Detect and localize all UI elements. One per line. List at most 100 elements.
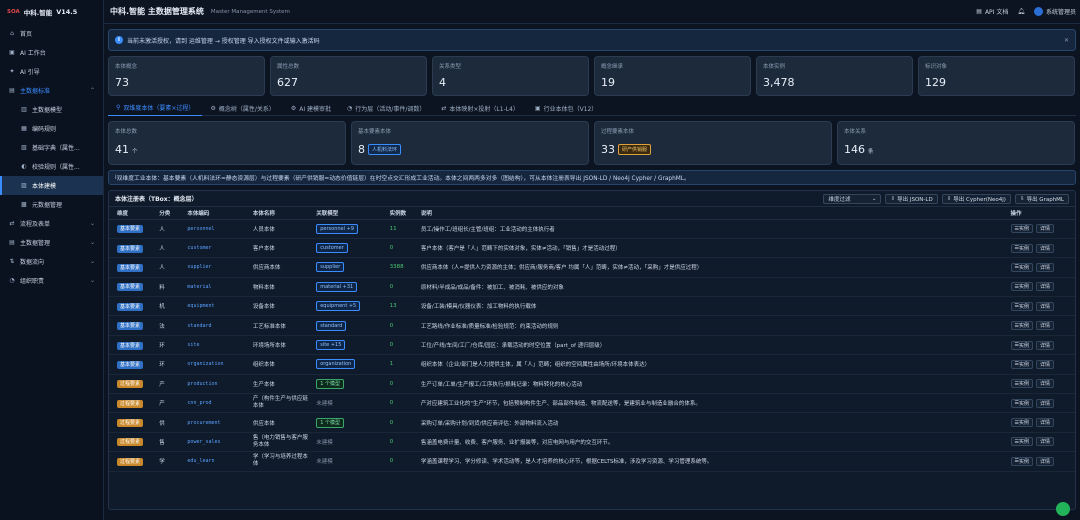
close-icon[interactable]: ✕ [1064, 37, 1069, 44]
sidebar-item[interactable]: ▥ 主数据模型 [0, 100, 103, 119]
user-menu[interactable]: 系统管理员 [1033, 7, 1076, 16]
detail-button[interactable]: 详情 [1036, 262, 1055, 272]
tab-item[interactable]: ⇄ 本体映射×投射（L1-L4） [433, 101, 527, 116]
detail-button[interactable]: 详情 [1036, 437, 1055, 447]
tab-item[interactable]: ◔ 行为层（活动/事件/调数） [339, 101, 433, 116]
ontology-code[interactable]: standard [187, 323, 211, 329]
category-cell: 环 [151, 335, 180, 356]
detail-button[interactable]: 详情 [1036, 340, 1055, 350]
sidebar-item[interactable]: ⇅ 数据流向 ⌄ [0, 252, 103, 271]
bell-icon[interactable]: 🔔︎ [1017, 8, 1025, 15]
model-tag[interactable]: personnel +9 [316, 223, 358, 234]
ontology-code[interactable]: organization [187, 361, 223, 367]
instance-button[interactable]: ☰ 实例 [1010, 301, 1034, 311]
sidebar-item[interactable]: ▤ 主数据标准 ⌃ [0, 81, 103, 100]
ontology-code[interactable]: equipment [187, 303, 214, 309]
table-row: 过程要素供 procurement 供应本体 1 个模型 0 采购订单/采购计划/到货/供… [109, 412, 1075, 433]
detail-button[interactable]: 详情 [1036, 398, 1055, 408]
instance-button[interactable]: ☰ 实例 [1010, 437, 1034, 447]
chevron-down-icon: ⌄ [89, 277, 95, 284]
tab-item[interactable]: ⚙ 概念树（属性/关系） [202, 101, 282, 116]
sidebar-item-icon: ⇅ [9, 258, 15, 265]
detail-button[interactable]: 详情 [1036, 224, 1055, 234]
model-cell: 未建模 [308, 393, 382, 414]
sidebar-item[interactable]: ▩ 元数据管理 [0, 195, 103, 214]
export-graphml-button[interactable]: ⇩ 导出 GraphML [1014, 193, 1069, 204]
actions-cell: ☰ 实例 详情 [1002, 238, 1075, 259]
model-tag[interactable]: customer [316, 243, 348, 254]
ontology-code[interactable]: supplier [187, 264, 211, 270]
sidebar-item[interactable]: ▤ 主数据管理 ⌄ [0, 233, 103, 252]
assistant-fab[interactable] [1056, 502, 1070, 516]
instance-button[interactable]: ☰ 实例 [1010, 398, 1034, 408]
instance-button[interactable]: ☰ 实例 [1010, 262, 1034, 272]
instance-button[interactable]: ☰ 实例 [1010, 243, 1034, 253]
instance-button[interactable]: ☰ 实例 [1010, 340, 1034, 350]
sidebar-item[interactable]: ◐ 校验规则（属性... [0, 157, 103, 176]
sidebar-item[interactable]: ✦ AI 引导 [0, 62, 103, 81]
count-cell: 3388 [381, 257, 413, 278]
detail-button[interactable]: 详情 [1036, 456, 1055, 466]
model-tag[interactable]: organization [316, 359, 356, 370]
tab-item[interactable]: ▣ 行业本体包（V12） [527, 101, 605, 116]
tab-item[interactable]: ⚙ AI 建模审批 [283, 101, 339, 116]
detail-button[interactable]: 详情 [1036, 321, 1055, 331]
sidebar-item[interactable]: ▦ 编码规则 [0, 119, 103, 138]
model-tag[interactable]: standard [316, 320, 347, 331]
ontology-code[interactable]: material [187, 284, 211, 290]
ontology-code[interactable]: procurement [187, 420, 220, 426]
instance-button[interactable]: ☰ 实例 [1010, 282, 1034, 292]
ontology-stat-card: 过程要素本体 33 研产供销服 [594, 121, 832, 165]
ontology-code[interactable]: edu_learn [187, 458, 214, 464]
export-cypher-button[interactable]: ⇩ 导出 Cypher(Neo4j) [941, 193, 1011, 204]
sidebar-item[interactable]: ▧ 基础字典（属性... [0, 138, 103, 157]
stat-card: 关系类型 4 [432, 56, 589, 96]
ontology-code[interactable]: personnel [187, 226, 214, 232]
ontology-code[interactable]: site [187, 342, 199, 348]
detail-button[interactable]: 详情 [1036, 418, 1055, 428]
export-jsonld-button[interactable]: ⇩ 导出 JSON-LD [885, 193, 938, 204]
sidebar-item[interactable]: ▣ AI 工作台 [0, 43, 103, 62]
dimension-filter-label: 维度过滤 [828, 196, 851, 203]
api-doc-link[interactable]: ▤ API 文档 [976, 7, 1008, 16]
stat-value: 33 [601, 143, 615, 156]
dimension-cell: 基本要素 [109, 354, 152, 375]
sidebar-item[interactable]: ⌂ 首页 [0, 24, 103, 43]
column-header: 维度 [109, 207, 152, 220]
detail-button[interactable]: 详情 [1036, 243, 1055, 253]
tab-item[interactable]: ⚲ 双维度本体（要素×过程） [108, 101, 203, 116]
stat-label: 属性总数 [277, 64, 300, 70]
category-cell: 产 [151, 393, 180, 414]
dimension-filter-select[interactable]: 维度过滤 ⌄ [823, 193, 882, 204]
model-tag[interactable]: site +15 [316, 340, 346, 351]
model-tag[interactable]: equipment +5 [316, 301, 361, 312]
model-tag[interactable]: 1 个模型 [316, 418, 344, 429]
instance-count: 0 [389, 283, 394, 290]
instance-count: 0 [389, 380, 394, 387]
ontology-code[interactable]: customer [187, 245, 211, 251]
stat-value: 4 [439, 76, 446, 89]
instance-button[interactable]: ☰ 实例 [1010, 359, 1034, 369]
sidebar-item[interactable]: ▨ 本体建模 [0, 176, 103, 195]
instance-button[interactable]: ☰ 实例 [1010, 379, 1034, 389]
ontology-code[interactable]: production [187, 381, 217, 387]
detail-button[interactable]: 详情 [1036, 301, 1055, 311]
model-cell: personnel +9 [308, 219, 382, 239]
instance-button-label: 实例 [1019, 284, 1030, 291]
model-tag[interactable]: supplier [316, 262, 345, 273]
model-tag[interactable]: 1 个模型 [316, 379, 344, 390]
registry-title: 本体注册表（TBox：概念层） [115, 196, 198, 203]
detail-button[interactable]: 详情 [1036, 359, 1055, 369]
sidebar-item[interactable]: ⇄ 流程及表单 ⌄ [0, 214, 103, 233]
ontology-code[interactable]: cnn_prod [187, 400, 211, 406]
detail-button[interactable]: 详情 [1036, 282, 1055, 292]
ontology-code[interactable]: power_sales [187, 439, 220, 445]
instance-button[interactable]: ☰ 实例 [1010, 456, 1034, 466]
instance-button[interactable]: ☰ 实例 [1010, 321, 1034, 331]
info-icon: i [115, 36, 123, 44]
instance-button[interactable]: ☰ 实例 [1010, 224, 1034, 234]
detail-button[interactable]: 详情 [1036, 379, 1055, 389]
model-tag[interactable]: material +31 [316, 281, 358, 292]
instance-button[interactable]: ☰ 实例 [1010, 418, 1034, 428]
sidebar-item[interactable]: ◔ 组织职责 ⌄ [0, 271, 103, 290]
